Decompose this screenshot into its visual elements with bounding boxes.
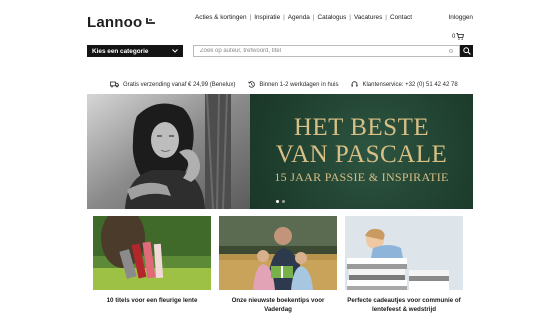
card-communie[interactable]: Perfecte cadeautjes voor communie of len… xyxy=(345,216,463,314)
card-vaderdag[interactable]: Onze nieuwste boekentips voor Vaderdag xyxy=(219,216,337,314)
nav-item-inspiratie[interactable]: Inspiratie xyxy=(251,14,283,21)
search-clear-icon[interactable] xyxy=(449,49,453,53)
usp-delivery: Binnen 1-2 werkdagen in huis xyxy=(248,81,338,88)
search-icon xyxy=(462,47,471,55)
category-select[interactable]: Kies een categorie xyxy=(87,45,183,57)
nav-item-acties[interactable]: Acties & kortingen xyxy=(192,14,250,21)
hero-subtitle: 15 JAAR PASSIE & INSPIRATIE xyxy=(274,170,449,184)
card-communie-image xyxy=(345,216,463,290)
card-lente-image xyxy=(93,216,211,290)
category-select-label: Kies een categorie xyxy=(92,47,149,55)
child-on-books-icon xyxy=(345,216,463,290)
chevron-down-icon xyxy=(172,49,178,53)
usp-shipping: Gratis verzending vanaf € 24,99 (Benelux… xyxy=(110,81,235,88)
headset-icon xyxy=(351,81,358,87)
nav-item-agenda[interactable]: Agenda xyxy=(285,14,313,21)
hero-title-line1: HET BESTE xyxy=(293,114,430,141)
search-field[interactable] xyxy=(193,45,460,57)
usp-bar: Gratis verzending vanaf € 24,99 (Benelux… xyxy=(110,81,471,88)
usp-customer-service-text: Klantenservice: +32 (0) 51 42 42 78 xyxy=(362,81,458,88)
usp-shipping-text: Gratis verzending vanaf € 24,99 (Benelux… xyxy=(123,81,236,88)
cart-count: 0 xyxy=(452,33,456,40)
carousel-dots xyxy=(274,200,286,203)
author-portrait-icon xyxy=(87,94,250,209)
nav-item-contact[interactable]: Contact xyxy=(387,14,415,21)
logo-text: Lannoo xyxy=(87,14,143,31)
nav-item-vacatures[interactable]: Vacatures xyxy=(351,14,385,21)
card-communie-title: Perfecte cadeautjes voor communie of len… xyxy=(347,297,461,313)
top-navigation: Acties & kortingen | Inspiratie | Agenda… xyxy=(192,14,415,21)
carousel-dot-2[interactable] xyxy=(281,200,285,203)
carousel-dot-1[interactable] xyxy=(275,200,279,203)
usp-customer-service: Klantenservice: +32 (0) 51 42 42 78 xyxy=(351,81,458,88)
card-lente[interactable]: 10 titels voor een fleurige lente xyxy=(93,216,211,305)
hero-author-photo xyxy=(87,94,250,209)
clock-return-icon xyxy=(248,81,256,88)
cart-button[interactable]: 0 xyxy=(452,33,465,40)
hero-banner[interactable]: HET BESTE VAN PASCALE 15 JAAR PASSIE & I… xyxy=(87,94,473,209)
family-reading-icon xyxy=(219,216,337,290)
books-on-grass-icon xyxy=(93,216,211,290)
usp-delivery-text: Binnen 1-2 werkdagen in huis xyxy=(259,81,339,88)
card-vaderdag-image xyxy=(219,216,337,290)
card-vaderdag-title: Onze nieuwste boekentips voor Vaderdag xyxy=(231,297,325,313)
nav-item-catalogus[interactable]: Catalogus xyxy=(315,14,350,21)
login-link[interactable]: Inloggen xyxy=(448,14,473,21)
cart-icon xyxy=(456,33,465,40)
search-button[interactable] xyxy=(460,45,473,57)
truck-icon xyxy=(110,81,119,88)
logo-mark-icon xyxy=(146,17,156,24)
card-lente-title: 10 titels voor een fleurige lente xyxy=(106,297,198,304)
hero-title-line2: VAN PASCALE xyxy=(275,141,448,168)
lannoo-logo[interactable]: Lannoo xyxy=(87,14,156,31)
search-input[interactable] xyxy=(200,48,447,54)
